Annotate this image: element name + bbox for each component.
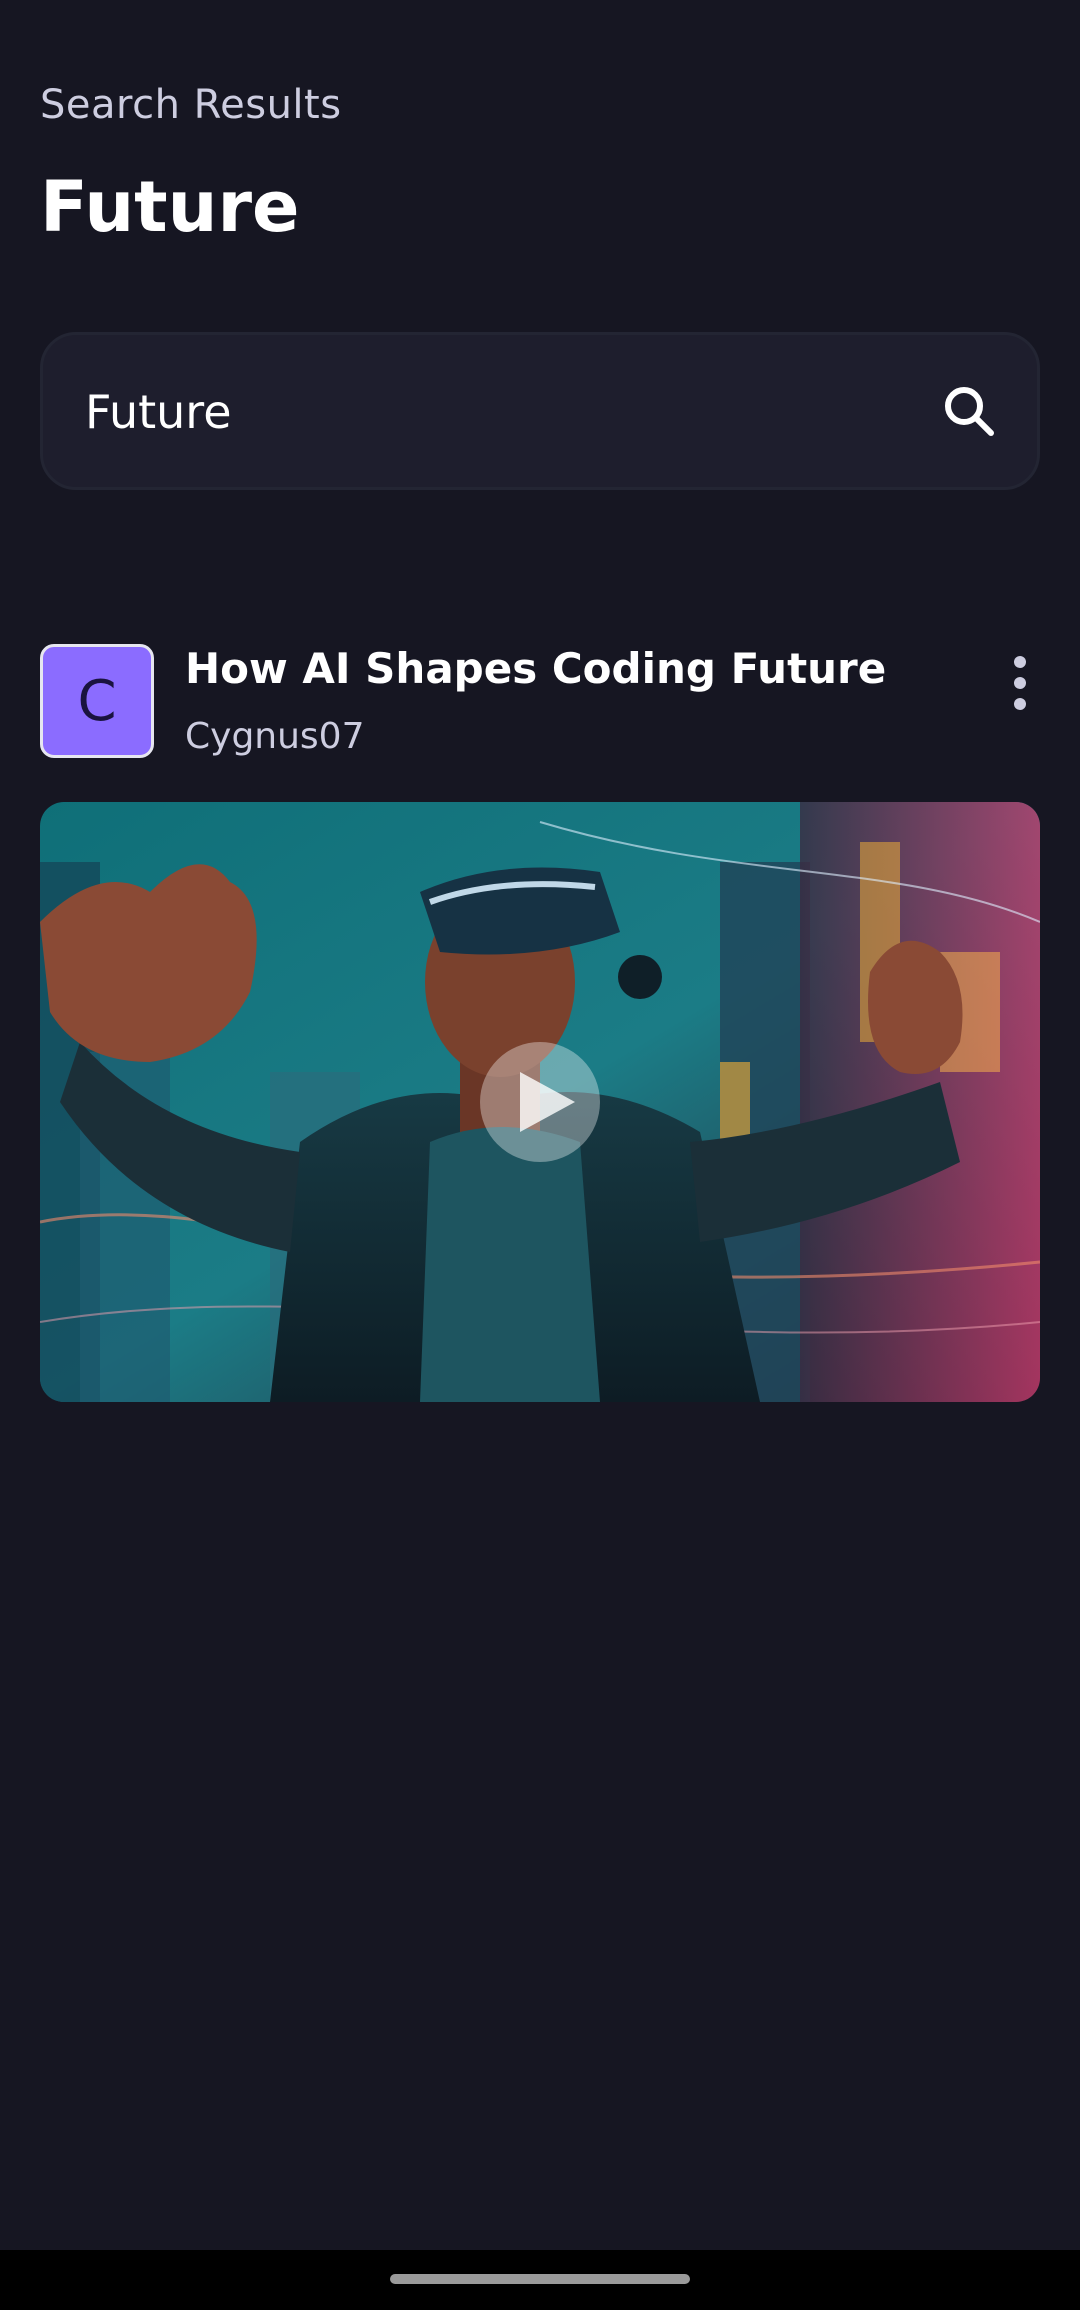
search-icon[interactable]: [941, 383, 997, 439]
avatar[interactable]: C: [40, 644, 154, 758]
system-navigation-bar: [0, 2250, 1080, 2310]
page-subtitle: Search Results: [40, 82, 342, 128]
video-thumbnail[interactable]: [40, 802, 1040, 1402]
search-results-screen: Search Results Future C How AI Shapes Co…: [0, 0, 1080, 2310]
search-input[interactable]: [85, 377, 885, 447]
creator-name: Cygnus07: [185, 716, 365, 757]
home-indicator[interactable]: [390, 2274, 690, 2284]
video-title[interactable]: How AI Shapes Coding Future: [185, 644, 945, 693]
page-title: Future: [40, 166, 300, 248]
search-bar[interactable]: [40, 332, 1040, 490]
more-vertical-icon[interactable]: [1008, 654, 1032, 714]
vr-headset-person-city-image: [40, 802, 1040, 1402]
